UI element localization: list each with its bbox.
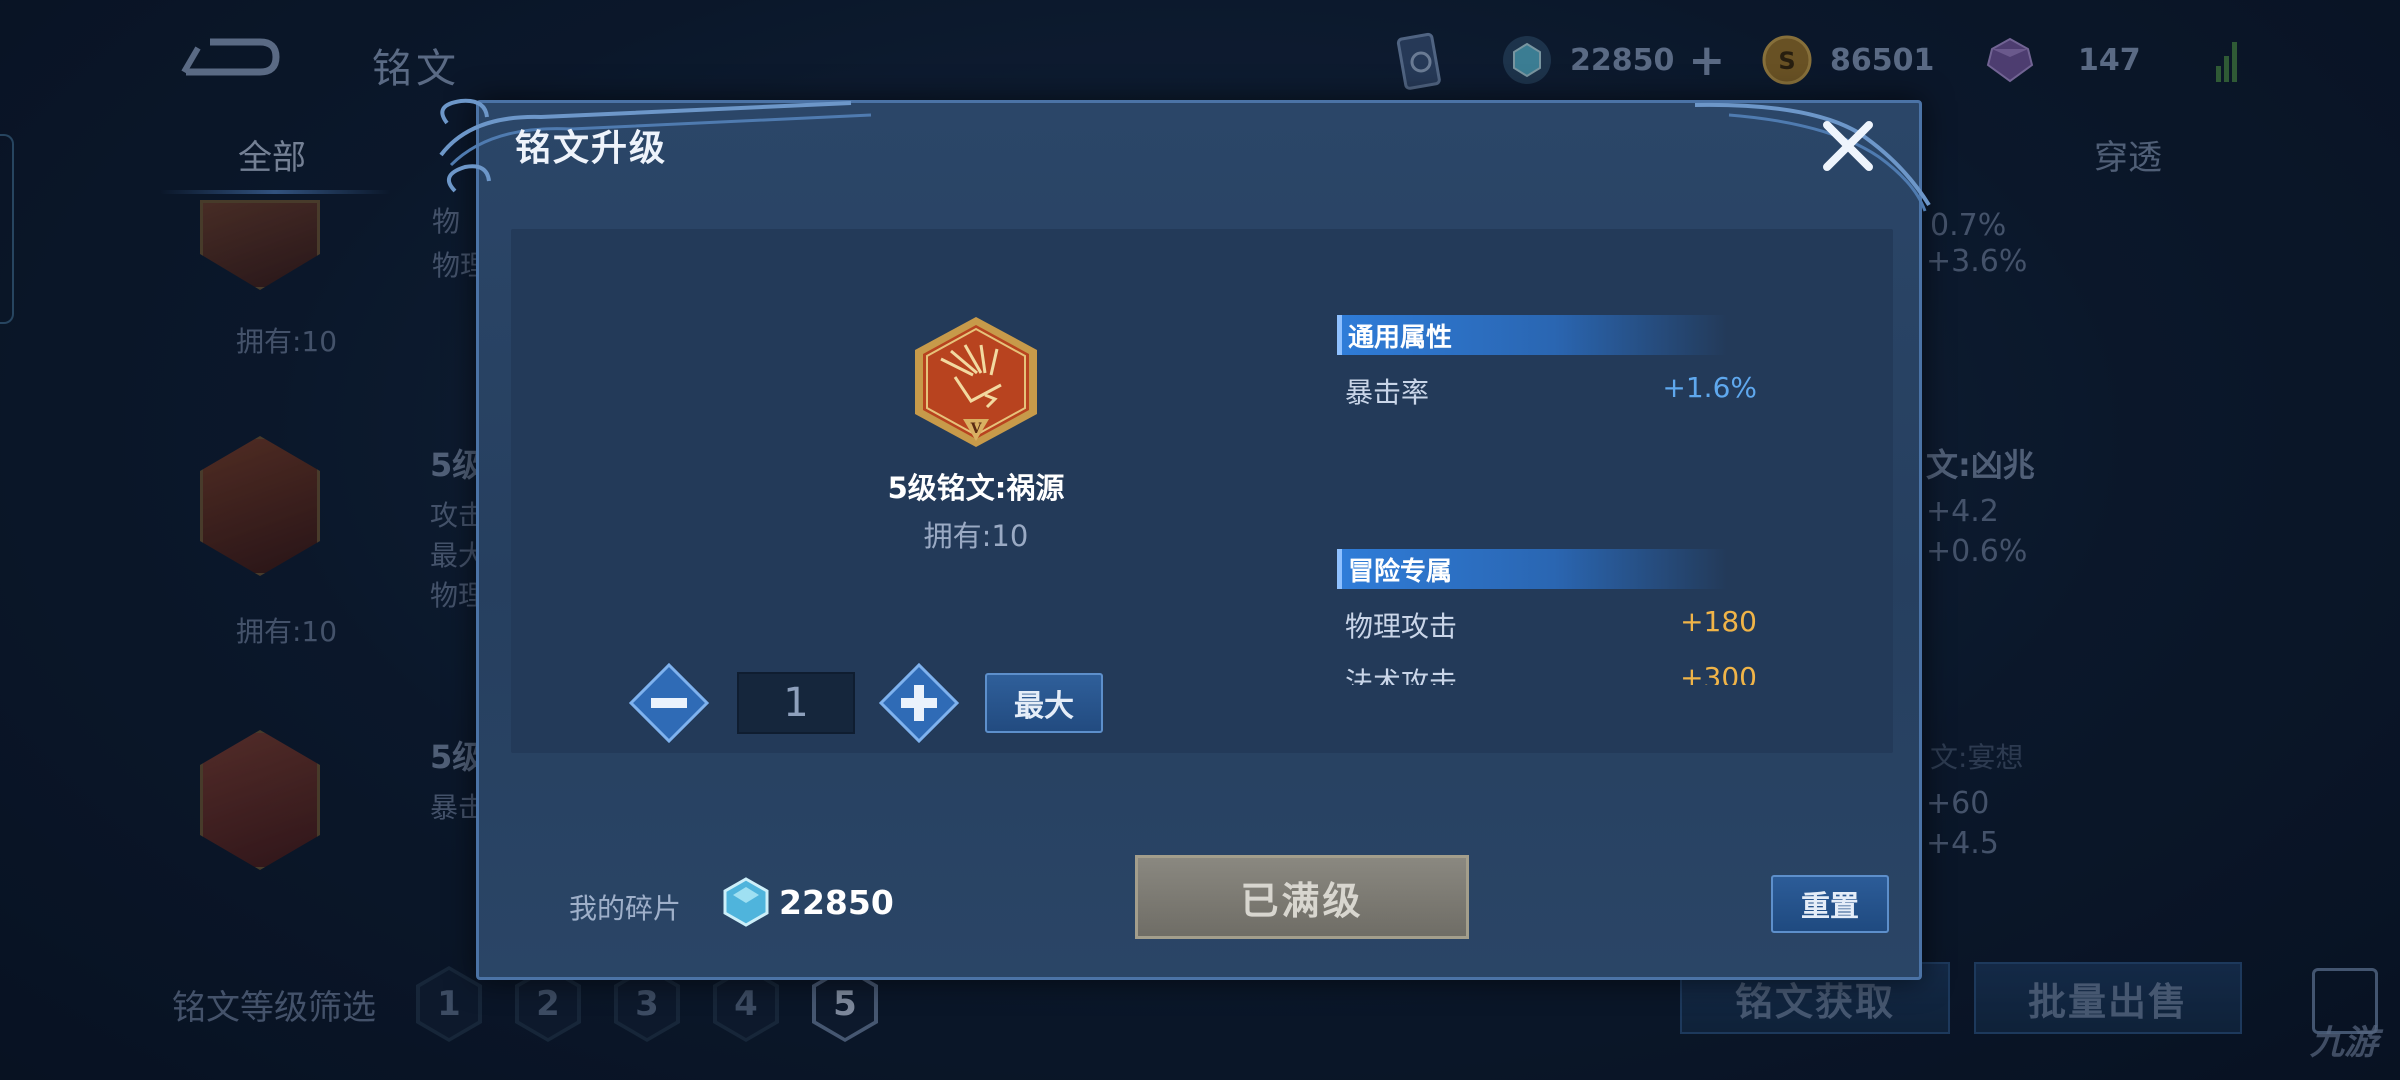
owned-count: 拥有:10 — [923, 519, 1029, 553]
fragment-currency: 22850 + — [1502, 34, 1725, 86]
rune-stat-text: +0.6% — [1926, 534, 2028, 569]
rune-emblem-icon — [200, 730, 320, 870]
stats-scroll-area[interactable]: 通用属性 暴击率 +1.6% 冒险专属 物理攻击 +180 法术攻击 +300 — [1337, 315, 1797, 685]
quantity-input[interactable]: 1 — [737, 672, 855, 734]
fragment-icon — [723, 877, 769, 927]
level-number: 3 — [635, 984, 659, 1024]
rune-title: 文:凶兆 — [1926, 446, 2035, 484]
page-title: 铭文 — [372, 46, 460, 92]
stat-row: 暴击率 +1.6% — [1337, 371, 1757, 411]
gold-coin-icon: S — [1762, 35, 1812, 85]
tab-underline — [160, 190, 390, 194]
gold-currency: S 86501 — [1762, 34, 1934, 86]
owned-count: 拥有:10 — [236, 615, 338, 648]
fragment-count: 22850 — [1570, 42, 1675, 78]
quantity-stepper: 1 最大 — [629, 663, 1103, 743]
dialog-title: 铭文升级 — [515, 128, 668, 169]
gem-currency: 147 — [1982, 34, 2141, 86]
stat-row: 法术攻击 +300 — [1337, 661, 1757, 685]
fragments-label: 我的碎片 — [569, 892, 682, 925]
max-level-button[interactable]: 已满级 — [1135, 855, 1469, 939]
signal-icon — [2216, 42, 2237, 82]
rune-stat-text: +4.2 — [1926, 494, 1999, 529]
stat-name: 暴击率 — [1345, 376, 1430, 409]
rune-stat-text: +4.5 — [1926, 826, 1999, 861]
stat-section-header: 通用属性 — [1337, 315, 1727, 355]
tab-pierce[interactable]: 穿透 — [2094, 130, 2162, 179]
rune-detail-panel: V 5级铭文:祸源 拥有:10 1 最大 通用属性 暴击率 +1.6% 冒险专属 — [511, 229, 1893, 753]
fragments-count: 22850 — [779, 883, 894, 922]
owned-count: 拥有:10 — [236, 325, 338, 358]
stat-name: 法术攻击 — [1345, 666, 1458, 685]
stat-value: +1.6% — [1662, 371, 1757, 404]
rune-name: 5级铭文:祸源 — [887, 471, 1065, 505]
list-item[interactable] — [200, 436, 360, 586]
plus-icon[interactable] — [879, 663, 959, 743]
card-deck-icon[interactable] — [1396, 30, 1446, 94]
svg-text:V: V — [970, 421, 983, 437]
level-filter-1[interactable]: 1 — [416, 966, 482, 1042]
rune-upgrade-dialog: 铭文升级 V 5级铭文:祸源 拥有:10 1 最大 通用属性 暴击率 +1.6%… — [439, 98, 1931, 980]
level-number: 2 — [536, 984, 560, 1024]
gold-count: 86501 — [1830, 42, 1935, 78]
stat-value: +180 — [1680, 605, 1757, 638]
rune-stat-text: +3.6% — [1926, 244, 2028, 279]
rune-stat-text: 物 — [432, 205, 461, 238]
stat-name: 物理攻击 — [1345, 610, 1458, 643]
stat-value: +300 — [1680, 661, 1757, 685]
close-icon[interactable] — [1819, 117, 1877, 175]
reset-button[interactable]: 重置 — [1771, 875, 1889, 933]
rune-stat-text: 0.7% — [1930, 208, 2007, 243]
rune-stat-text: +60 — [1926, 786, 1990, 821]
level-number: 4 — [734, 984, 758, 1024]
rune-emblem-icon — [200, 200, 320, 290]
bulk-sell-button[interactable]: 批量出售 — [1974, 962, 2242, 1034]
level-number: 5 — [833, 984, 857, 1024]
add-fragment-icon[interactable]: + — [1688, 35, 1725, 86]
minus-icon[interactable] — [629, 663, 709, 743]
rune-title: 文:宴想 — [1930, 741, 2024, 774]
list-item[interactable] — [200, 730, 360, 880]
gem-count: 147 — [2078, 42, 2141, 78]
fragment-icon — [1503, 36, 1551, 84]
stat-section-header: 冒险专属 — [1337, 549, 1727, 589]
gem-icon — [1986, 37, 2034, 83]
tab-all[interactable]: 全部 — [238, 130, 306, 179]
back-arrow-icon[interactable] — [180, 34, 280, 80]
watermark-logo: 九游 — [2310, 1023, 2378, 1063]
rune-emblem-icon: V — [915, 317, 1037, 447]
max-quantity-button[interactable]: 最大 — [985, 673, 1103, 733]
level-number: 1 — [437, 984, 461, 1024]
flame-rune-icon — [200, 436, 320, 576]
svg-text:S: S — [1778, 47, 1795, 75]
stat-row: 物理攻击 +180 — [1337, 605, 1757, 645]
level-filter-label: 铭文等级筛选 — [172, 987, 376, 1028]
